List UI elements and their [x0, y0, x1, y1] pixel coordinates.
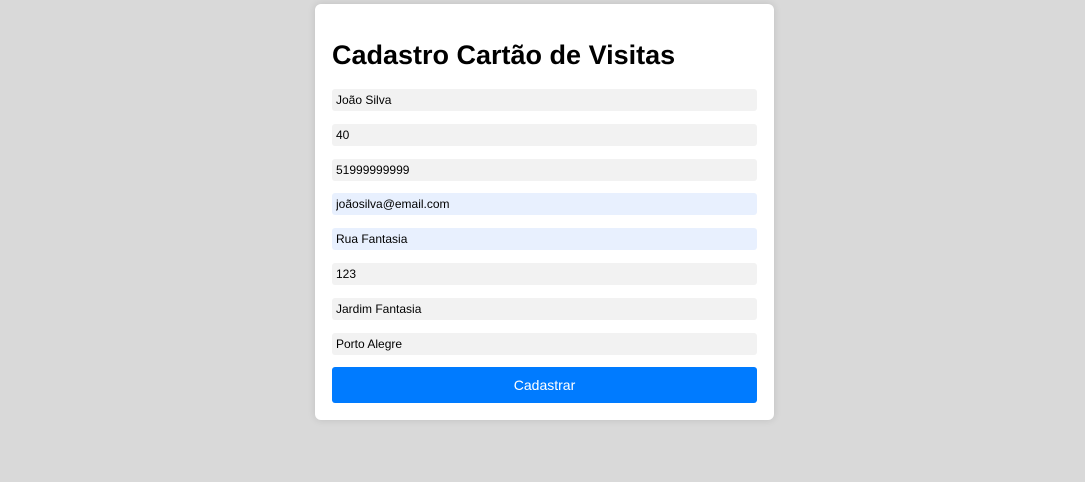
email-input[interactable]	[332, 193, 757, 216]
page-title: Cadastro Cartão de Visitas	[332, 40, 676, 70]
neighborhood-input[interactable]	[332, 297, 757, 320]
age-input[interactable]	[332, 123, 757, 146]
registration-card: Cadastro Cartão de Visitas Cadastrar	[315, 4, 774, 420]
street-input[interactable]	[332, 228, 757, 251]
name-input[interactable]	[332, 89, 757, 111]
form-fields	[332, 89, 757, 355]
phone-input[interactable]	[332, 158, 757, 181]
submit-button[interactable]: Cadastrar	[332, 367, 757, 404]
number-input[interactable]	[332, 262, 757, 285]
city-input[interactable]	[332, 332, 757, 355]
